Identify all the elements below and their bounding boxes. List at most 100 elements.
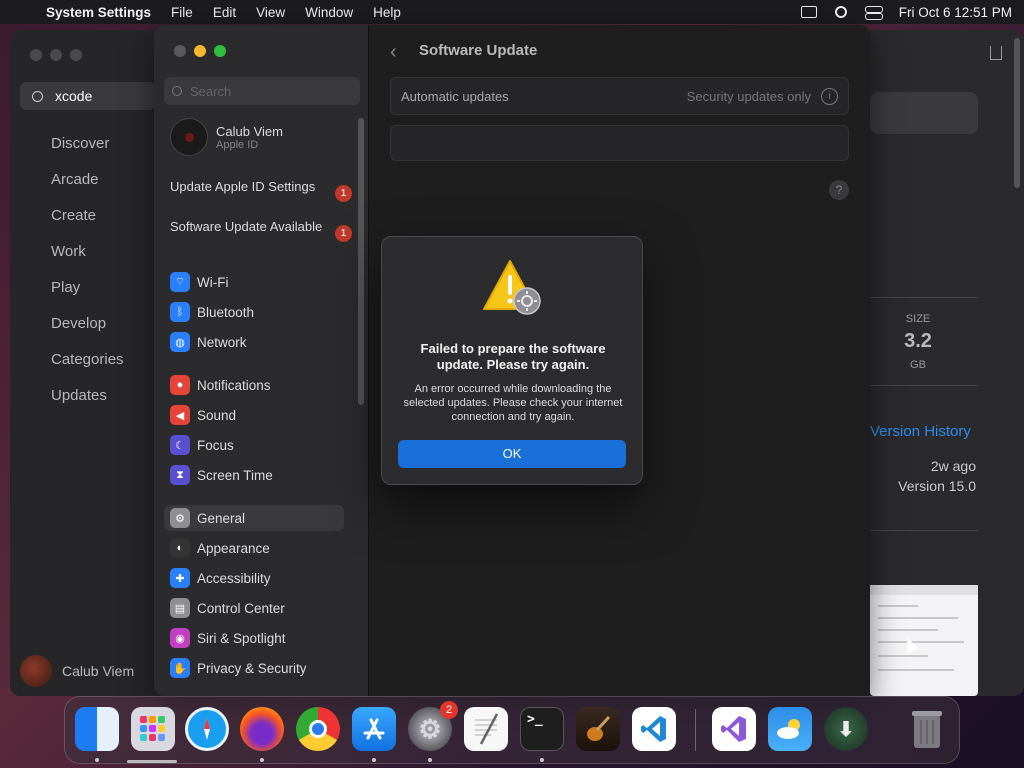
menu-file[interactable]: File: [171, 5, 193, 20]
notice-software-update[interactable]: Software Update Available 1: [170, 219, 352, 242]
vscode-icon[interactable]: [632, 707, 676, 751]
menu-app-name[interactable]: System Settings: [46, 5, 151, 20]
sidebar-item-label: Screen Time: [197, 467, 273, 483]
share-icon[interactable]: [990, 46, 1002, 60]
downloads-stack-icon[interactable]: ⬇: [824, 707, 868, 751]
system-settings-icon[interactable]: ⚙ 2: [408, 701, 458, 751]
page-title: Software Update: [419, 42, 538, 59]
sidebar-item-appearance[interactable]: ◐ Appearance: [164, 535, 344, 561]
notice-label: Software Update Available: [170, 219, 323, 234]
sidebar-item-screen-time[interactable]: ⧗ Screen Time: [164, 462, 344, 488]
nav-arcade[interactable]: Arcade: [51, 170, 124, 206]
sidebar-item-wifi[interactable]: ⌔ Wi-Fi: [164, 269, 344, 295]
menu-window[interactable]: Window: [305, 5, 353, 20]
wifi-icon: ⌔: [170, 272, 190, 292]
settings-search[interactable]: [164, 77, 360, 105]
divider: [870, 530, 978, 531]
app-action-area: [870, 92, 978, 134]
sidebar-item-privacy-security[interactable]: ✋ Privacy & Security: [164, 655, 344, 681]
garageband-icon[interactable]: [576, 707, 620, 751]
trash-icon[interactable]: [905, 707, 949, 751]
finder-icon[interactable]: [75, 707, 119, 751]
minimize-button[interactable]: [50, 49, 62, 61]
sidebar-item-label: Accessibility: [197, 570, 271, 586]
minimize-button[interactable]: [194, 45, 206, 57]
dialog-title: Failed to prepare the software update. P…: [420, 341, 606, 372]
nav-play[interactable]: Play: [51, 278, 124, 314]
apple-id-account[interactable]: Calub Viem Apple ID: [170, 118, 283, 156]
search-value: xcode: [55, 88, 93, 104]
notice-label: Update Apple ID Settings: [170, 179, 316, 194]
sidebar-item-network[interactable]: ◍ Network: [164, 329, 344, 355]
menu-help[interactable]: Help: [373, 5, 401, 20]
sidebar-item-sound[interactable]: ◀ Sound: [164, 402, 344, 428]
control-center-icon[interactable]: [864, 6, 883, 20]
running-indicator: [540, 758, 544, 762]
notice-update-apple-id[interactable]: Update Apple ID Settings 1: [170, 179, 352, 202]
menu-edit[interactable]: Edit: [213, 5, 236, 20]
sidebar-scrollbar[interactable]: [358, 118, 364, 405]
bell-icon: ●: [170, 375, 190, 395]
nav-create[interactable]: Create: [51, 206, 124, 242]
menu-view[interactable]: View: [256, 5, 285, 20]
automatic-updates-label: Automatic updates: [401, 88, 509, 104]
nav-work[interactable]: Work: [51, 242, 124, 278]
avatar: [170, 118, 208, 156]
close-button[interactable]: [30, 49, 42, 61]
menu-clock[interactable]: Fri Oct 6 12:51 PM: [899, 5, 1012, 20]
sidebar-item-accessibility[interactable]: ✚ Accessibility: [164, 565, 344, 591]
nav-categories[interactable]: Categories: [51, 350, 124, 386]
app-store-account[interactable]: Calub Viem: [20, 655, 134, 687]
close-button[interactable]: [174, 45, 186, 57]
sidebar-item-label: Control Center: [197, 600, 285, 616]
error-alert-dialog: Failed to prepare the software update. P…: [381, 236, 643, 485]
menu-bar: System Settings File Edit View Window He…: [0, 0, 1024, 24]
sidebar-item-siri-spotlight[interactable]: ◉ Siri & Spotlight: [164, 625, 344, 651]
nav-discover[interactable]: Discover: [51, 134, 124, 170]
firefox-icon[interactable]: [240, 707, 284, 751]
sidebar-item-notifications[interactable]: ● Notifications: [164, 372, 344, 398]
info-icon[interactable]: i: [821, 87, 838, 105]
zoom-button[interactable]: [70, 49, 82, 61]
app-store-icon[interactable]: [352, 707, 396, 751]
running-indicator: [372, 758, 376, 762]
nav-develop[interactable]: Develop: [51, 314, 124, 350]
weather-icon[interactable]: [768, 707, 812, 751]
sidebar-item-general[interactable]: ⚙ General: [164, 505, 344, 531]
divider: [870, 385, 978, 386]
version-number: Version 15.0: [898, 478, 976, 494]
updated-ago: 2w ago: [930, 458, 976, 474]
launchpad-icon[interactable]: [131, 707, 175, 751]
screen-mirroring-icon[interactable]: [800, 6, 817, 18]
visual-studio-icon[interactable]: [712, 707, 756, 751]
search-input[interactable]: [190, 83, 350, 99]
app-store-search[interactable]: xcode: [20, 82, 156, 110]
zoom-button[interactable]: [214, 45, 226, 57]
automatic-updates-row[interactable]: Automatic updates Security updates only …: [390, 77, 849, 115]
sidebar-item-label: Sound: [197, 407, 237, 423]
app-store-nav: Discover Arcade Create Work Play Develop…: [51, 134, 124, 422]
running-indicator: [260, 758, 264, 762]
gear-icon: ⚙: [170, 508, 190, 528]
chrome-icon[interactable]: [296, 707, 340, 751]
terminal-icon[interactable]: >_: [520, 707, 564, 751]
safari-icon[interactable]: [185, 707, 229, 751]
sidebar-item-label: Wi-Fi: [197, 274, 229, 290]
textedit-icon[interactable]: [464, 707, 508, 751]
scrollbar[interactable]: [1014, 38, 1020, 188]
automatic-updates-value: Security updates only: [686, 88, 811, 104]
settings-sidebar: Calub Viem Apple ID Update Apple ID Sett…: [154, 25, 369, 696]
search-icon: [32, 90, 43, 102]
sidebar-item-label: Appearance: [197, 540, 270, 556]
sidebar-item-bluetooth[interactable]: ᛒ Bluetooth: [164, 299, 344, 325]
sidebar-item-focus[interactable]: ☾ Focus: [164, 432, 344, 458]
nav-updates[interactable]: Updates: [51, 386, 124, 422]
spotlight-search-icon[interactable]: [834, 6, 847, 18]
sidebar-item-control-center[interactable]: ▤ Control Center: [164, 595, 344, 621]
version-history-link[interactable]: Version History: [870, 423, 971, 440]
back-chevron-icon[interactable]: ‹: [390, 41, 397, 64]
ok-button[interactable]: OK: [398, 440, 626, 468]
app-screenshot[interactable]: [870, 585, 978, 696]
help-button[interactable]: ?: [829, 180, 849, 200]
control-center-icon: ▤: [170, 598, 190, 618]
